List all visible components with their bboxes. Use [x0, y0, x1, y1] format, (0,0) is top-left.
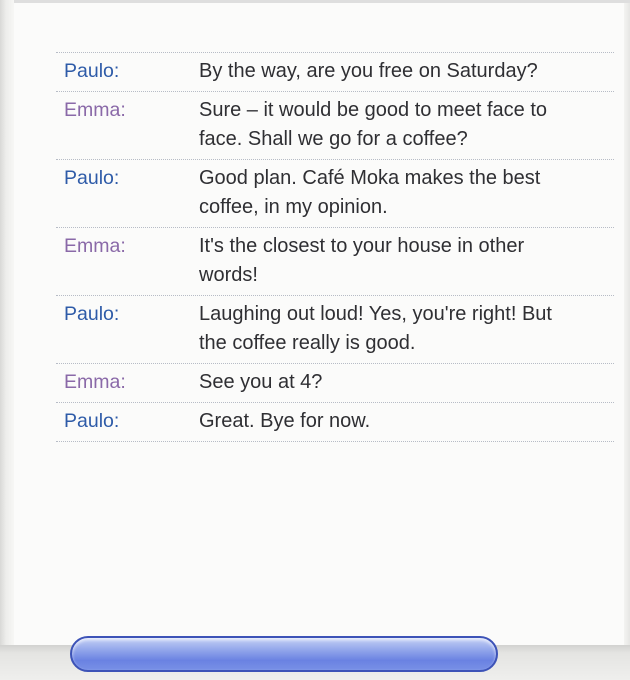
speaker-label: Paulo: [64, 303, 120, 325]
dialogue-line: Laughing out loud! Yes, you're right! Bu… [199, 303, 552, 354]
dialogue-table: Paulo: By the way, are you free on Satur… [56, 52, 614, 442]
dialogue-line: See you at 4? [199, 371, 323, 393]
speaker-label: Emma: [64, 99, 126, 121]
page: Paulo: By the way, are you free on Satur… [0, 0, 630, 680]
dialogue-row: Emma: Sure – it would be good to meet fa… [56, 91, 614, 159]
blue-bar [70, 636, 498, 672]
dialogue-row: Paulo: Great. Bye for now. [56, 402, 614, 442]
speaker-label: Emma: [64, 371, 126, 393]
speaker-label: Emma: [64, 235, 126, 257]
dialogue-line: Great. Bye for now. [199, 410, 371, 432]
dialogue-row: Paulo: Laughing out loud! Yes, you're ri… [56, 295, 614, 363]
dialogue-line: It's the closest to your house in other … [199, 235, 525, 286]
dialogue-line: Sure – it would be good to meet face to … [199, 99, 547, 150]
dialogue-line: By the way, are you free on Saturday? [199, 60, 538, 82]
dialogue-line: Good plan. Café Moka makes the best coff… [199, 167, 541, 218]
dialogue-row: Emma: See you at 4? [56, 363, 614, 402]
speaker-label: Paulo: [64, 167, 120, 189]
panel-edge [624, 3, 630, 648]
speaker-label: Paulo: [64, 410, 120, 432]
speaker-label: Paulo: [64, 60, 120, 82]
dialogue-row: Emma: It's the closest to your house in … [56, 227, 614, 295]
dialogue-row: Paulo: By the way, are you free on Satur… [56, 52, 614, 91]
dialogue-row: Paulo: Good plan. Café Moka makes the be… [56, 159, 614, 227]
